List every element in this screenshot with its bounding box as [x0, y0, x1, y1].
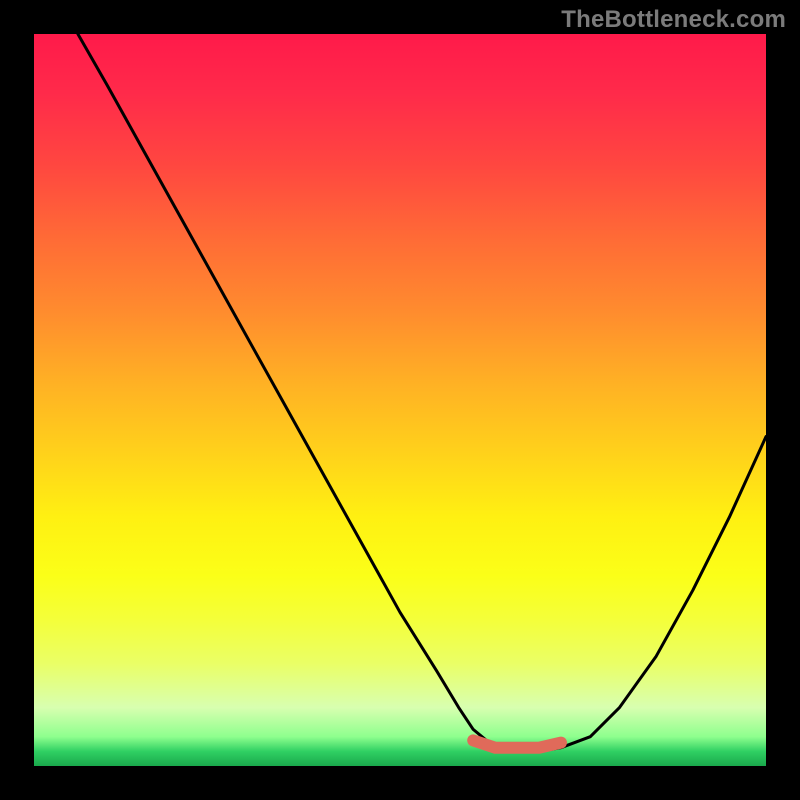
trough-highlight: [473, 740, 561, 747]
curve-layer: [34, 34, 766, 766]
bottleneck-curve: [78, 34, 766, 751]
watermark-text: TheBottleneck.com: [561, 6, 786, 34]
plot-area: [34, 34, 766, 766]
chart-container: TheBottleneck.com: [0, 0, 800, 800]
